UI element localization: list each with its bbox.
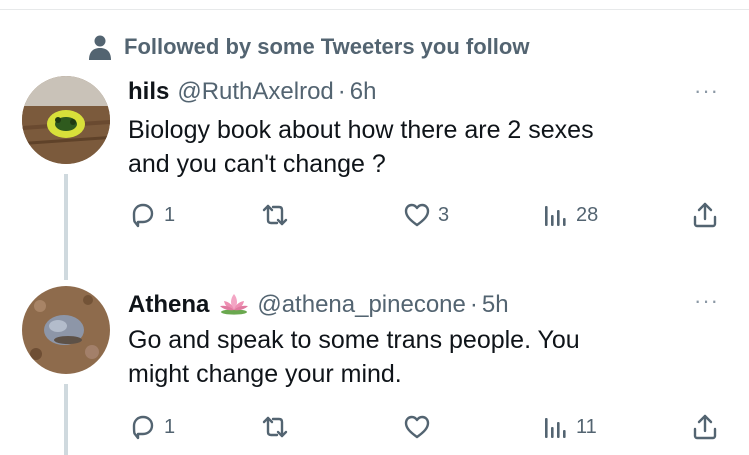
like-button[interactable]	[402, 412, 438, 442]
separator-dot: ·	[337, 78, 346, 105]
tweet-text-line: Biology book about how there are 2 sexes	[128, 116, 594, 144]
share-button[interactable]	[690, 200, 720, 230]
views-button[interactable]: 11	[540, 412, 597, 442]
heart-icon	[404, 203, 430, 227]
separator-dot: ·	[469, 291, 478, 318]
tweet-text: Biology book about how there are 2 sexes…	[128, 113, 718, 181]
view-count: 28	[576, 203, 599, 226]
tweet-header: hils @RuthAxelrod · 6h	[128, 78, 376, 106]
tweet-header: Athena @athena_pinecone · 5h	[128, 288, 509, 319]
share-icon	[693, 202, 717, 228]
top-divider	[0, 9, 749, 10]
share-icon	[693, 414, 717, 440]
social-context-text: Followed by some Tweeters you follow	[124, 34, 530, 59]
more-options-icon[interactable]: ···	[694, 78, 719, 104]
more-options-icon[interactable]: ···	[694, 288, 719, 314]
reply-icon	[132, 203, 154, 228]
retweet-button[interactable]	[260, 200, 296, 230]
avatar[interactable]	[22, 286, 110, 374]
analytics-icon	[545, 206, 566, 226]
thread-line	[64, 174, 68, 280]
reply-count: 1	[164, 203, 176, 226]
thread-line	[64, 384, 68, 455]
tweet-text-line: Go and speak to some trans people. You	[128, 326, 580, 354]
user-handle[interactable]: @athena_pinecone	[257, 291, 466, 319]
avatar[interactable]	[22, 76, 110, 164]
like-count: 3	[438, 203, 450, 226]
person-icon	[89, 35, 111, 60]
user-handle[interactable]: @RuthAxelrod	[177, 78, 333, 106]
like-button[interactable]: 3	[402, 200, 449, 230]
lotus-emoji-icon	[220, 294, 249, 315]
display-name[interactable]: Athena	[128, 291, 209, 319]
heart-icon	[404, 415, 430, 439]
reply-icon	[132, 415, 154, 440]
reply-count: 1	[164, 415, 176, 438]
analytics-icon	[545, 418, 566, 438]
action-bar: 1 11	[128, 412, 728, 448]
tweet-text-line: and you can't change ?	[128, 150, 386, 178]
reply-button[interactable]: 1	[128, 200, 175, 230]
views-button[interactable]: 28	[540, 200, 598, 230]
retweet-button[interactable]	[260, 412, 296, 442]
reply-button[interactable]: 1	[128, 412, 175, 442]
action-bar: 1 3 28	[128, 200, 728, 236]
timestamp[interactable]: 5h	[482, 291, 509, 319]
timestamp[interactable]: 6h	[350, 78, 377, 106]
share-button[interactable]	[690, 412, 720, 442]
retweet-icon	[262, 416, 288, 438]
retweet-icon	[262, 204, 288, 226]
view-count: 11	[576, 415, 597, 438]
display-name[interactable]: hils	[128, 78, 169, 106]
social-context[interactable]: Followed by some Tweeters you follow	[88, 34, 529, 60]
tweet-text: Go and speak to some trans people. You m…	[128, 323, 718, 391]
tweet-text-line: might change your mind.	[128, 360, 402, 388]
